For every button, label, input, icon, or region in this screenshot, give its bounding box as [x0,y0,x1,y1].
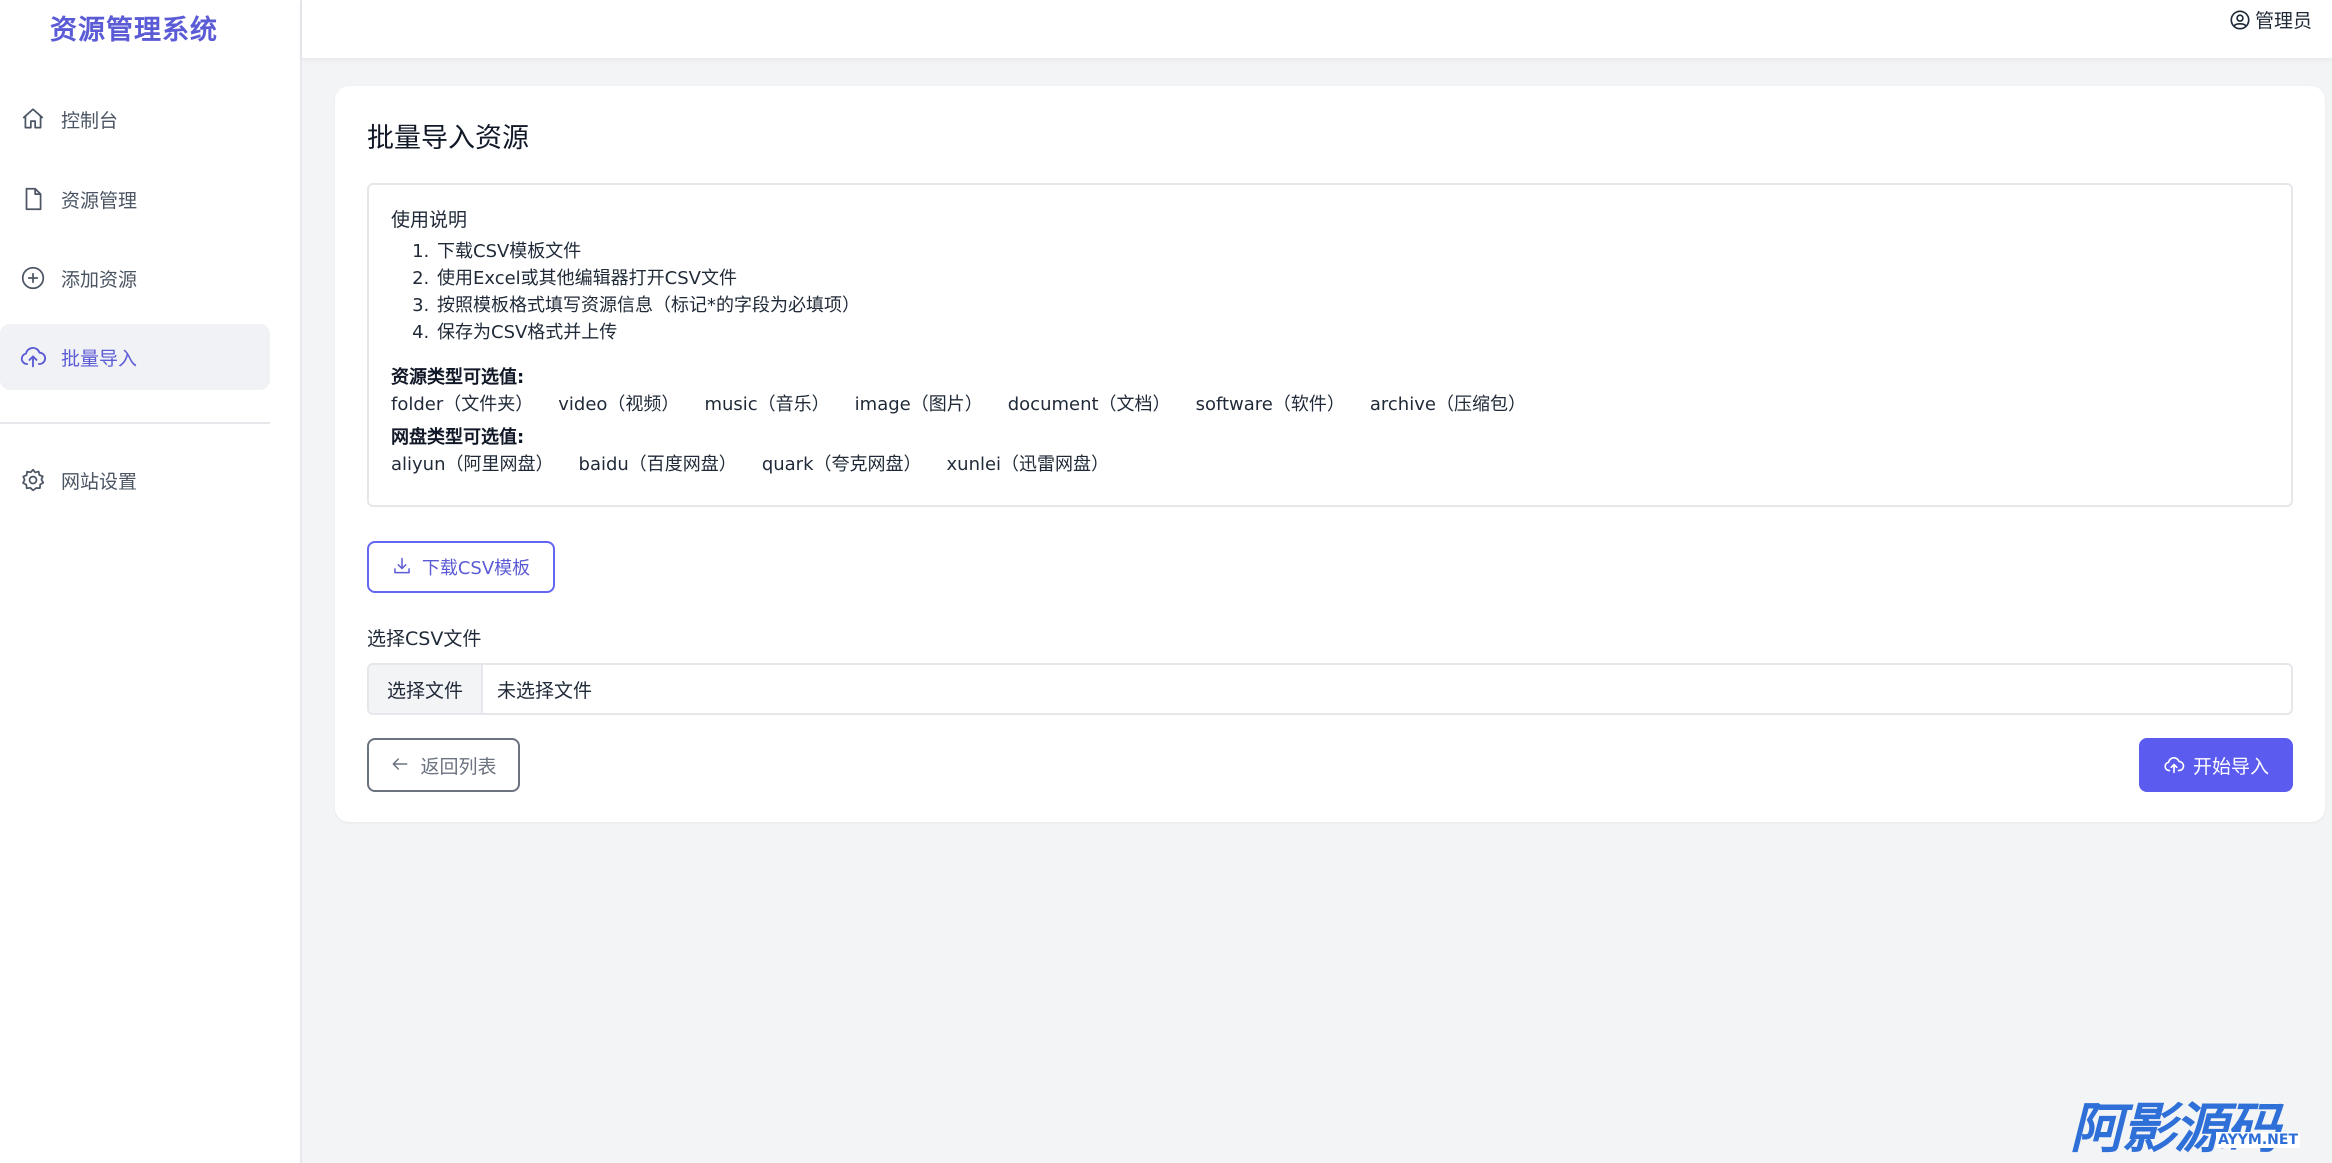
resource-type-options: folder（文件夹） video（视频） music（音乐） image（图片） do… [391,391,2269,418]
file-field-label: 选择CSV文件 [367,628,482,650]
sidebar-item-batch-import[interactable]: 批量导入 [0,324,270,390]
import-card: 批量导入资源 使用说明 下载CSV模板文件 使用Excel或其他编辑器打开CSV… [335,86,2325,822]
sidebar-item-label: 批量导入 [61,347,138,370]
user-name: 管理员 [2254,10,2312,32]
back-to-list-button[interactable]: 返回列表 [367,738,520,792]
instruction-step: 按照模板格式填写资源信息（标记*的字段为必填项） [435,292,2269,319]
sidebar-item-label: 添加资源 [61,268,138,291]
sidebar-item-resources[interactable]: 资源管理 [0,166,270,232]
watermark-logo: 阿影源码 AYYM.NET [2070,1090,2300,1160]
download-template-button[interactable]: 下载CSV模板 [367,541,555,593]
disk-type-option: quark（夸克网盘） [761,454,922,475]
sidebar-item-label: 网站设置 [61,470,138,493]
file-status-text: 未选择文件 [497,679,593,702]
resource-type-option: document（文档） [1007,394,1171,415]
instruction-step: 使用Excel或其他编辑器打开CSV文件 [435,265,2269,292]
sidebar: 资源管理系统 控制台 资源管理 添加资源 批量导入 网站设置 [0,0,302,1163]
download-icon [392,556,414,578]
arrow-left-icon [390,754,412,776]
disk-type-title: 网盘类型可选值: [391,427,525,448]
topbar: 管理员 [302,0,2332,58]
page-title: 批量导入资源 [367,123,529,154]
resource-type-option: software（软件） [1195,394,1345,415]
gear-icon [18,465,48,495]
disk-type-option: xunlei（迅雷网盘） [946,454,1110,475]
start-import-label: 开始导入 [2192,755,2269,778]
instruction-step: 下载CSV模板文件 [435,238,2269,265]
disk-type-options: aliyun（阿里网盘） baidu（百度网盘） quark（夸克网盘） xunlei… [391,451,2269,478]
disk-type-option: aliyun（阿里网盘） [391,454,554,475]
sidebar-item-dashboard[interactable]: 控制台 [0,86,270,152]
sidebar-divider [0,422,270,424]
instruction-step: 保存为CSV格式并上传 [435,319,2269,346]
sidebar-item-site-settings[interactable]: 网站设置 [0,447,270,513]
csv-file-input[interactable]: 选择文件 未选择文件 [367,663,2293,715]
watermark-text: 阿影源码 [2070,1097,2280,1160]
watermark-subtext: AYYM.NET [2216,1132,2300,1148]
disk-type-option: baidu（百度网盘） [578,454,737,475]
user-circle-icon [2229,9,2251,31]
resource-type-option: image（图片） [854,394,983,415]
instructions-panel: 使用说明 下载CSV模板文件 使用Excel或其他编辑器打开CSV文件 按照模板… [367,183,2293,507]
resource-type-title: 资源类型可选值: [391,367,525,388]
resource-type-option: folder（文件夹） [391,394,534,415]
instructions-steps: 下载CSV模板文件 使用Excel或其他编辑器打开CSV文件 按照模板格式填写资… [391,238,2269,346]
resource-type-option: music（音乐） [704,394,830,415]
back-to-list-label: 返回列表 [420,755,497,778]
user-menu[interactable]: 管理员 [2229,6,2312,33]
sidebar-item-add-resource[interactable]: 添加资源 [0,245,270,311]
start-import-button[interactable]: 开始导入 [2139,738,2293,792]
sidebar-item-label: 控制台 [61,109,119,132]
resource-type-option: video（视频） [558,394,680,415]
resource-type-option: archive（压缩包） [1369,394,1526,415]
home-icon [18,104,48,134]
choose-file-button[interactable]: 选择文件 [369,665,483,713]
sidebar-item-label: 资源管理 [61,189,138,212]
app-title[interactable]: 资源管理系统 [0,8,268,47]
file-icon [18,184,48,214]
instructions-title: 使用说明 [391,209,468,231]
cloud-upload-icon [18,342,48,372]
plus-circle-icon [18,263,48,293]
cloud-upload-icon [2163,754,2185,776]
download-template-label: 下载CSV模板 [421,558,531,579]
